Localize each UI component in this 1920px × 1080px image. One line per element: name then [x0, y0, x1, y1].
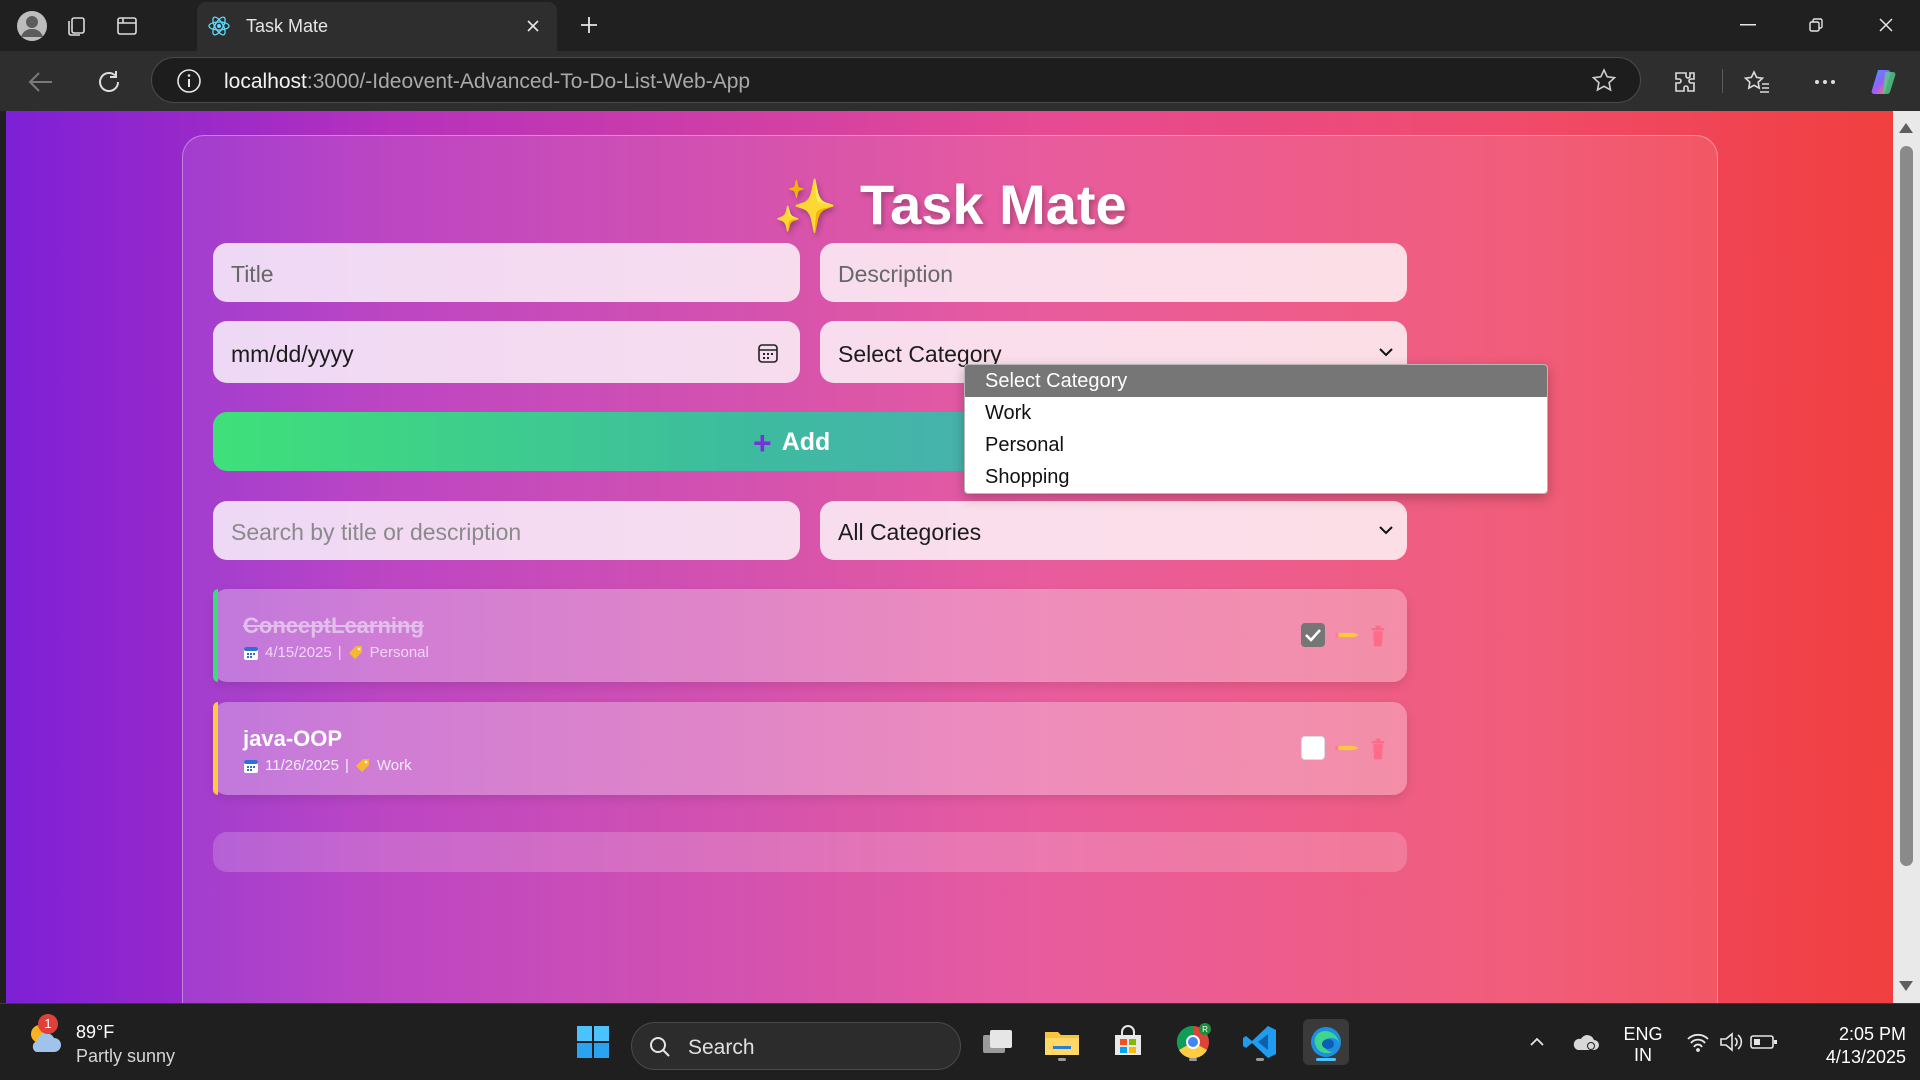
plus-icon: + — [753, 424, 772, 461]
task-category: Work — [376, 757, 412, 774]
task-date: 11/26/2025 — [265, 757, 339, 774]
task-title: java-OOP — [243, 726, 343, 751]
meta-separator: | — [344, 757, 349, 774]
edge-icon[interactable] — [1303, 1019, 1349, 1065]
chevron-down-icon — [1379, 526, 1393, 535]
add-button-label: Add — [781, 428, 831, 456]
task-complete-checkbox[interactable] — [1301, 736, 1325, 760]
new-tab-icon[interactable] — [572, 8, 606, 42]
favorites-icon[interactable] — [1738, 63, 1776, 101]
task-meta: 4/15/2025 | Personal — [243, 644, 429, 661]
taskbar-search[interactable]: Search — [631, 1022, 961, 1070]
tag-icon — [355, 758, 369, 772]
show-hidden-icons-chevron-icon[interactable] — [1514, 1019, 1560, 1065]
battery-icon[interactable] — [1741, 1019, 1787, 1065]
category-dropdown-menu[interactable]: Select Category Work Personal Shopping — [964, 364, 1548, 494]
chrome-icon[interactable]: R — [1170, 1019, 1216, 1065]
file-explorer-icon[interactable] — [1039, 1019, 1085, 1065]
search-tasks-input[interactable]: Search by title or description — [213, 501, 800, 560]
app-title: ✨ Task Mate — [183, 172, 1717, 237]
sparkles-icon: ✨ — [773, 178, 839, 236]
weather-temp: 89°F — [76, 1022, 115, 1042]
task-meta: 11/26/2025 | Work — [243, 757, 412, 774]
back-arrow-icon[interactable] — [22, 63, 60, 101]
react-favicon-icon — [208, 16, 230, 36]
tab-actions-icon[interactable] — [109, 8, 145, 44]
description-input[interactable]: Description — [820, 243, 1407, 302]
task-item: java-OOP 11/26/2025 | Work — [213, 702, 1407, 795]
dropdown-option-work[interactable]: Work — [965, 397, 1547, 429]
workspaces-icon[interactable] — [58, 8, 94, 44]
task-complete-checkbox[interactable] — [1301, 623, 1325, 647]
reload-icon[interactable] — [90, 63, 128, 101]
windows-taskbar: 1 89°F Partly sunny Search R ENG IN 2:05… — [0, 1003, 1920, 1080]
due-date-input[interactable]: mm/dd/yyyy — [213, 321, 800, 383]
favorite-star-icon[interactable] — [1590, 67, 1618, 95]
browser-nav-bar: localhost:3000/-Ideovent-Advanced-To-Do-… — [0, 51, 1920, 111]
weather-widget[interactable]: 1 89°F Partly sunny — [24, 1014, 175, 1066]
profile-avatar-icon[interactable] — [14, 8, 50, 44]
edit-pencil-icon[interactable] — [1333, 740, 1361, 756]
task-category: Personal — [369, 644, 429, 661]
search-icon — [650, 1037, 670, 1057]
close-tab-icon[interactable] — [519, 12, 547, 40]
page-scrollbar[interactable] — [1893, 111, 1920, 1003]
tag-icon — [348, 645, 362, 659]
url-text: localhost:3000/-Ideovent-Advanced-To-Do-… — [224, 70, 751, 93]
calendar-icon — [244, 646, 258, 660]
app-title-text: Task Mate — [860, 173, 1127, 236]
calendar-icon[interactable] — [756, 341, 780, 365]
title-input[interactable]: Title — [213, 243, 800, 302]
dropdown-option-shopping[interactable]: Shopping — [965, 461, 1547, 493]
weather-condition: Partly sunny — [76, 1046, 176, 1066]
task-item: ConceptLearning 4/15/2025 | Personal — [213, 589, 1407, 682]
category-filter-select[interactable]: All Categories — [820, 501, 1407, 560]
extensions-icon[interactable] — [1666, 63, 1704, 101]
chevron-down-icon — [1379, 348, 1393, 357]
clock[interactable]: 2:05 PM 4/13/2025 — [1796, 1023, 1906, 1069]
delete-trash-icon[interactable] — [1369, 737, 1387, 761]
dropdown-option-personal[interactable]: Personal — [965, 429, 1547, 461]
address-bar[interactable]: localhost:3000/-Ideovent-Advanced-To-Do-… — [151, 57, 1641, 103]
toolbar-separator — [1722, 69, 1723, 93]
task-title: ConceptLearning — [243, 613, 424, 638]
start-windows-icon[interactable] — [570, 1019, 616, 1065]
tab-task-mate[interactable]: Task Mate — [197, 2, 557, 51]
tab-title: Task Mate — [246, 16, 329, 36]
copilot-icon[interactable] — [1866, 63, 1904, 101]
onedrive-cloud-icon[interactable] — [1562, 1019, 1608, 1065]
edit-pencil-icon[interactable] — [1333, 627, 1361, 643]
language-indicator[interactable]: ENG IN — [1620, 1024, 1666, 1066]
delete-trash-icon[interactable] — [1369, 624, 1387, 648]
task-accent-bar — [213, 702, 218, 795]
restore-icon[interactable] — [1782, 0, 1850, 50]
more-options-icon[interactable] — [1806, 63, 1844, 101]
svg-text:R: R — [1202, 1025, 1208, 1034]
scrollbar-thumb[interactable] — [1900, 146, 1913, 866]
vscode-icon[interactable] — [1237, 1019, 1283, 1065]
calendar-icon — [244, 759, 258, 773]
meta-separator: | — [337, 644, 342, 661]
site-info-icon[interactable] — [176, 68, 202, 94]
task-accent-bar — [213, 589, 218, 682]
close-window-icon[interactable] — [1852, 0, 1920, 50]
scroll-up-arrow-icon[interactable] — [1899, 123, 1913, 133]
task-item-partial — [213, 832, 1407, 872]
dropdown-option-select-category[interactable]: Select Category — [965, 365, 1547, 397]
minimize-icon[interactable] — [1714, 0, 1782, 50]
weather-badge: 1 — [38, 1014, 58, 1034]
scroll-down-arrow-icon[interactable] — [1899, 981, 1913, 991]
todo-card: ✨ Task Mate Title Description mm/dd/yyyy … — [182, 135, 1718, 1003]
browser-tab-bar: Task Mate — [0, 0, 1920, 51]
microsoft-store-icon[interactable] — [1105, 1019, 1151, 1065]
page-viewport: ✨ Task Mate Title Description mm/dd/yyyy … — [6, 111, 1893, 1003]
task-view-icon[interactable] — [975, 1019, 1021, 1065]
checkmark-icon — [1305, 629, 1321, 642]
task-date: 4/15/2025 — [265, 644, 332, 661]
